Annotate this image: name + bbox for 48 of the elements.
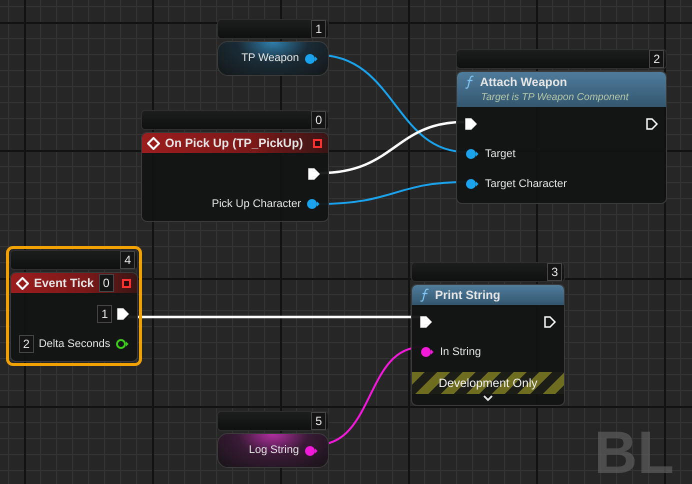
variable-node[interactable]: Log String bbox=[217, 433, 329, 468]
event-icon bbox=[16, 276, 29, 290]
pin-label: Target Character bbox=[485, 176, 567, 192]
data-pin-icon[interactable] bbox=[115, 338, 130, 350]
variable-node[interactable]: TP Weapon bbox=[217, 41, 329, 76]
node-number-badge: 4 bbox=[120, 251, 135, 269]
node-number-badge: 5 bbox=[311, 412, 326, 430]
title-number-badge: 0 bbox=[98, 274, 114, 292]
data-pin-icon[interactable] bbox=[465, 178, 479, 190]
node-subtitle: Target is TP Weapon Component bbox=[480, 91, 630, 105]
node-number-badge: 1 bbox=[311, 20, 326, 38]
development-only-banner: Development Only bbox=[412, 372, 564, 394]
pin-number-badge: 2 bbox=[19, 335, 34, 353]
node-title: On Pick Up (TP_PickUp) bbox=[165, 135, 304, 151]
exec-pin-icon[interactable] bbox=[465, 118, 477, 130]
blueprint-node[interactable]: On Pick Up (TP_PickUp) Pick Up Character bbox=[141, 132, 329, 222]
square-icon bbox=[313, 138, 322, 148]
blueprint-node[interactable]: Event Tick 0 1 2 Delta Seconds bbox=[10, 272, 138, 362]
node-number-badge: 0 bbox=[311, 111, 326, 129]
node-number-badge: 3 bbox=[547, 263, 562, 281]
pin-label: TP Weapon bbox=[241, 51, 299, 66]
blueprint-node[interactable]: Attach Weapon Target is TP Weapon Component Target Target Character bbox=[456, 71, 667, 204]
pin-label: Log String bbox=[248, 443, 299, 458]
function-icon bbox=[420, 288, 430, 302]
data-pin-icon[interactable] bbox=[304, 444, 318, 456]
chevron-down-icon[interactable] bbox=[483, 395, 493, 402]
event-icon bbox=[147, 136, 160, 150]
exec-pin-icon[interactable] bbox=[544, 316, 556, 328]
data-pin-icon[interactable] bbox=[465, 148, 479, 160]
square-icon bbox=[122, 278, 131, 288]
pin-number-badge: 1 bbox=[97, 305, 112, 323]
exec-pin-icon[interactable] bbox=[646, 118, 658, 130]
function-icon bbox=[465, 75, 475, 89]
node-title: Event Tick bbox=[34, 275, 94, 291]
data-pin-icon[interactable] bbox=[420, 346, 434, 358]
node-title: Attach Weapon bbox=[480, 74, 568, 90]
data-pin-icon[interactable] bbox=[306, 198, 320, 210]
node-title: Print String bbox=[435, 287, 500, 303]
exec-pin-icon[interactable] bbox=[420, 316, 432, 328]
exec-pin-icon[interactable] bbox=[308, 168, 320, 180]
pin-label: Pick Up Character bbox=[212, 196, 301, 212]
data-pin-icon[interactable] bbox=[304, 52, 318, 64]
exec-pin-icon[interactable] bbox=[117, 308, 129, 320]
pin-label: In String bbox=[440, 344, 481, 360]
pin-label: Delta Seconds bbox=[38, 336, 110, 352]
node-number-badge: 2 bbox=[649, 50, 664, 68]
pin-label: Target bbox=[485, 146, 516, 162]
blueprint-node[interactable]: Print String In String Development Only bbox=[411, 284, 565, 406]
